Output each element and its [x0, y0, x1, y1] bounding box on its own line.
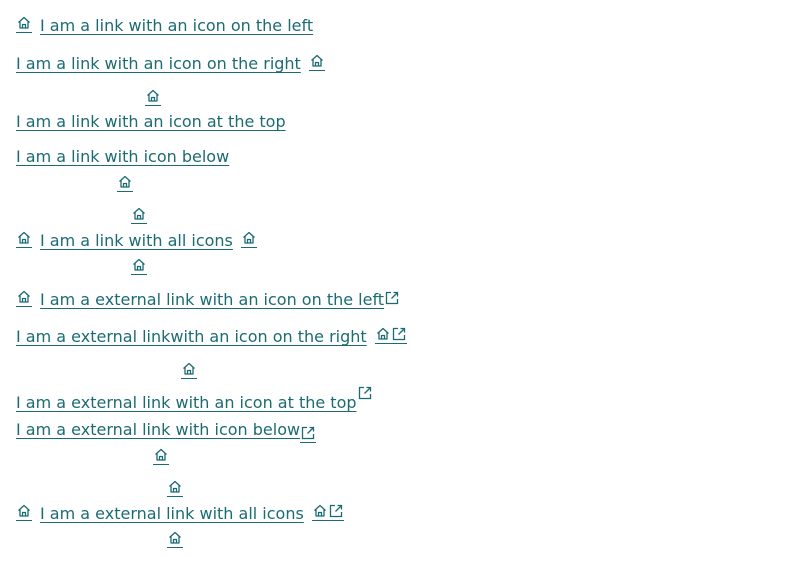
link-all-icons[interactable]: I am a link with all icons [16, 230, 257, 250]
link-label: I am a external link with an icon on the… [40, 290, 385, 309]
link-label: I am a link with an icon at the top [16, 112, 286, 131]
external-link-all-icons[interactable]: I am a external link with all icons [16, 503, 344, 523]
external-link-icon [327, 503, 344, 521]
home-icon[interactable] [145, 88, 161, 106]
home-icon [374, 326, 391, 344]
external-link-icon-left[interactable]: I am a external link with an icon on the… [16, 289, 400, 309]
link-label: I am a external link with all icons [40, 504, 304, 523]
link-icon-left[interactable]: I am a link with an icon on the left [16, 15, 313, 35]
home-icon[interactable] [167, 530, 183, 548]
home-icon[interactable] [117, 174, 133, 192]
home-icon [308, 53, 325, 71]
home-icon [16, 230, 32, 248]
home-icon[interactable] [181, 361, 197, 379]
link-label: I am a link with an icon on the left [40, 16, 314, 35]
external-link-icon-top[interactable]: I am a external link with an icon at the… [16, 385, 373, 412]
home-icon[interactable] [131, 257, 147, 275]
external-link-icon [390, 326, 407, 344]
external-link-icon [384, 290, 400, 307]
link-label: I am a link with all icons [40, 231, 233, 250]
external-link-icon [300, 425, 317, 443]
home-icon [16, 289, 32, 307]
link-icon-below[interactable]: I am a link with icon below [16, 147, 229, 166]
external-link-icon-right[interactable]: I am a external linkwith an icon on the … [16, 326, 407, 346]
external-link-icon [357, 385, 373, 402]
home-icon[interactable] [131, 206, 147, 224]
home-icon[interactable] [167, 479, 183, 497]
home-icon [16, 15, 32, 33]
link-icon-right[interactable]: I am a link with an icon on the right [16, 53, 325, 73]
link-icon-top[interactable]: I am a link with an icon at the top [16, 112, 286, 131]
home-icon [311, 503, 328, 521]
link-label: I am a external link with an icon at the… [16, 393, 357, 412]
home-icon [16, 503, 32, 521]
home-icon[interactable] [153, 447, 169, 465]
link-label: I am a external linkwith an icon on the … [16, 327, 367, 346]
link-label: I am a link with icon below [16, 147, 230, 166]
link-label: I am a external link with icon below [16, 420, 301, 439]
home-icon [240, 230, 257, 248]
external-link-icon-below[interactable]: I am a external link with icon below [16, 420, 317, 443]
link-label: I am a link with an icon on the right [16, 54, 301, 73]
